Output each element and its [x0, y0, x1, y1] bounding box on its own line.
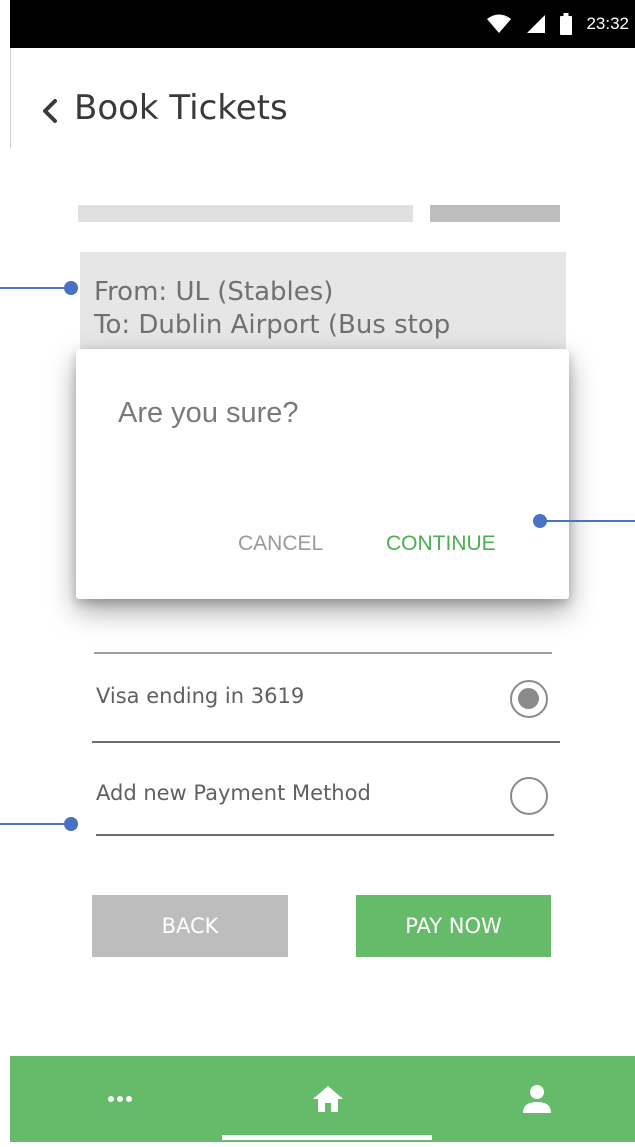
page-title: Book Tickets [74, 88, 288, 128]
chevron-left-icon[interactable] [38, 98, 64, 124]
route-to: To: Dublin Airport (Bus stop [94, 310, 451, 340]
phone-screen: 23:32 Book Tickets From: UL (Stables) To… [10, 0, 635, 1147]
annotation-line [0, 287, 72, 289]
dialog-title: Are you sure? [118, 397, 299, 429]
bottom-nav [10, 1056, 635, 1142]
annotation-line [0, 823, 72, 825]
annotation-dot [533, 514, 547, 528]
back-button[interactable]: BACK [92, 895, 288, 957]
pay-now-button[interactable]: PAY NOW [356, 895, 551, 957]
profile-icon [523, 1085, 551, 1113]
battery-icon [560, 13, 573, 35]
wifi-icon [487, 14, 512, 33]
confirm-dialog: Are you sure? CANCEL CONTINUE [76, 349, 569, 599]
annotation-dot [64, 281, 78, 295]
dialog-continue-button[interactable]: CONTINUE [386, 532, 496, 556]
app-header: Book Tickets [10, 48, 635, 148]
nav-home[interactable] [288, 1056, 368, 1142]
payment-method-visa[interactable]: Visa ending in 3619 [90, 670, 562, 730]
frame-edge-line [10, 48, 11, 148]
route-summary-card: From: UL (Stables) To: Dublin Airport (B… [80, 252, 566, 352]
payment-method-add-new[interactable]: Add new Payment Method [90, 767, 562, 827]
home-icon [313, 1086, 343, 1112]
annotation-dot [64, 817, 78, 831]
section-divider [94, 652, 552, 654]
more-icon [108, 1096, 132, 1102]
annotation-line [540, 520, 635, 522]
status-bar: 23:32 [10, 0, 635, 48]
radio-unselected[interactable] [510, 777, 548, 815]
progress-current-bar [430, 205, 560, 222]
status-time: 23:32 [586, 14, 629, 33]
signal-icon [527, 15, 546, 33]
payment-divider [96, 834, 554, 836]
dialog-cancel-button[interactable]: CANCEL [238, 532, 323, 556]
payment-divider [92, 741, 560, 743]
payment-method-label: Visa ending in 3619 [96, 684, 305, 708]
home-indicator [222, 1135, 432, 1140]
radio-selected[interactable] [510, 680, 548, 718]
route-from: From: UL (Stables) [94, 277, 334, 307]
nav-more[interactable] [80, 1056, 160, 1142]
payment-method-label: Add new Payment Method [96, 781, 371, 805]
nav-profile[interactable] [497, 1056, 577, 1142]
progress-step-bar [78, 205, 413, 222]
